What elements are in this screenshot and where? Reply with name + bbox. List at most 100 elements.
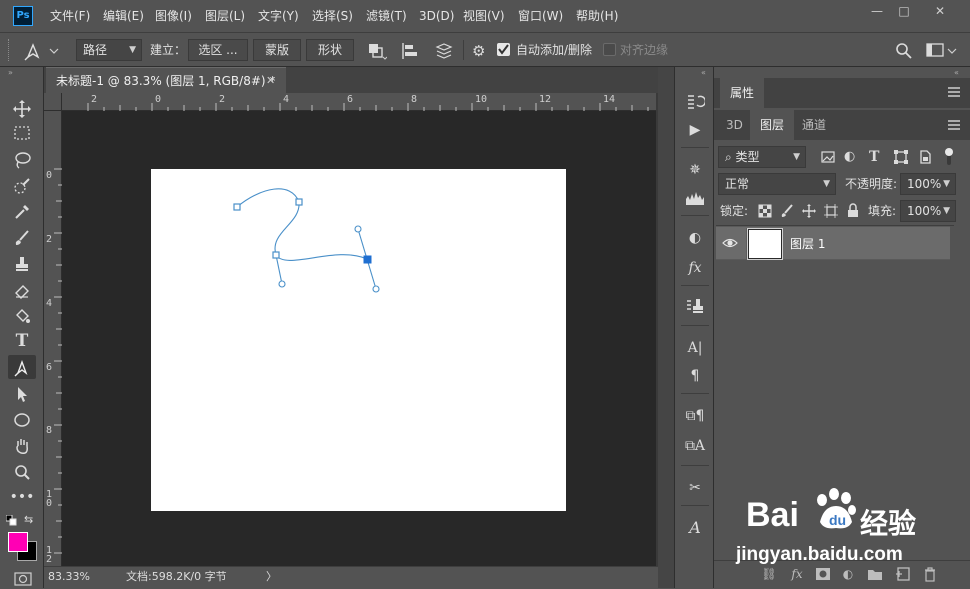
selected-anchor-point[interactable] xyxy=(363,255,372,264)
character-styles-icon[interactable]: ⧉A xyxy=(683,435,707,457)
navigator-icon[interactable]: ✵ xyxy=(683,159,707,181)
close-document-icon[interactable]: ✕ xyxy=(266,68,275,94)
menu-filter[interactable]: 滤镜(T) xyxy=(366,0,407,32)
close-button[interactable]: ✕ xyxy=(923,0,957,22)
default-colors-icon[interactable] xyxy=(5,514,18,527)
histogram-icon[interactable] xyxy=(683,187,707,209)
eye-icon[interactable] xyxy=(722,235,738,251)
menu-view[interactable]: 视图(V) xyxy=(463,0,505,32)
fill-input[interactable]: 100% ▼ xyxy=(900,200,956,222)
horizontal-ruler[interactable]: 2 0 2 4 6 8 10 12 14 xyxy=(62,93,658,111)
grip-handle[interactable] xyxy=(8,39,12,61)
swap-colors-icon[interactable]: ⇆ xyxy=(24,514,38,526)
make-mask-button[interactable]: 蒙版 xyxy=(253,39,301,61)
panel-menu-icon[interactable] xyxy=(947,86,961,98)
filter-toggle[interactable] xyxy=(944,147,954,167)
collapse-toolbox-icon[interactable]: » xyxy=(8,69,36,77)
eraser-tool-icon[interactable] xyxy=(8,277,36,301)
clone-source-icon[interactable] xyxy=(683,295,707,317)
ellipse-tool-icon[interactable] xyxy=(8,407,36,431)
type-tool-icon[interactable]: T xyxy=(8,329,36,353)
panel-menu-icon[interactable] xyxy=(947,119,961,131)
actions-play-icon[interactable]: ▶ xyxy=(683,119,707,141)
menu-type[interactable]: 文字(Y) xyxy=(258,0,299,32)
quick-selection-tool-icon[interactable] xyxy=(8,173,36,197)
filter-shape-icon[interactable] xyxy=(893,149,909,165)
glyphs-icon[interactable]: A xyxy=(683,517,707,539)
menu-window[interactable]: 窗口(W) xyxy=(518,0,563,32)
workspace-switcher-icon[interactable] xyxy=(926,42,958,60)
path-operations-icon[interactable] xyxy=(367,42,388,60)
lock-position-icon[interactable] xyxy=(802,204,816,218)
move-tool-icon[interactable] xyxy=(8,96,36,120)
layer-row[interactable]: 图层 1 xyxy=(716,226,950,260)
layer-filter-select[interactable]: ⌕ 类型 ▼ xyxy=(718,146,806,168)
pen-tool-icon[interactable] xyxy=(8,355,36,379)
align-edges-checkbox[interactable] xyxy=(603,43,616,56)
adjustments-icon[interactable]: ◐ xyxy=(683,227,707,249)
lock-transparent-icon[interactable] xyxy=(758,204,772,218)
work-path[interactable] xyxy=(151,169,566,511)
path-anchor-point[interactable] xyxy=(233,203,241,211)
zoom-level[interactable]: 83.33% xyxy=(48,567,90,587)
hand-tool-icon[interactable] xyxy=(8,433,36,457)
tab-channels[interactable]: 通道 xyxy=(792,110,836,140)
paragraph-styles-icon[interactable]: ⧉¶ xyxy=(683,405,707,427)
blend-mode-select[interactable]: 正常 ▼ xyxy=(718,173,836,195)
tab-layers[interactable]: 图层 xyxy=(750,110,795,140)
filter-adjustment-icon[interactable]: ◐ xyxy=(844,149,860,165)
lock-artboard-icon[interactable] xyxy=(824,204,838,218)
menu-layer[interactable]: 图层(L) xyxy=(205,0,245,32)
zoom-tool-icon[interactable] xyxy=(8,459,36,483)
layer-name[interactable]: 图层 1 xyxy=(790,227,825,261)
eyedropper-tool-icon[interactable] xyxy=(8,199,36,223)
lock-paint-icon[interactable] xyxy=(780,204,794,218)
history-icon[interactable] xyxy=(683,91,707,113)
menu-file[interactable]: 文件(F) xyxy=(50,0,90,32)
path-mode-select[interactable]: 路径 ▼ xyxy=(76,39,142,61)
path-anchor-point[interactable] xyxy=(272,251,280,259)
path-alignment-icon[interactable] xyxy=(400,42,422,60)
menu-3d[interactable]: 3D(D) xyxy=(419,0,454,32)
direction-handle[interactable] xyxy=(372,285,380,293)
restore-button[interactable]: □ xyxy=(887,0,921,22)
filter-type-icon[interactable]: T xyxy=(869,149,885,165)
foreground-color-swatch[interactable] xyxy=(8,532,28,552)
chevron-right-icon[interactable]: 〉 xyxy=(266,567,277,587)
lock-all-icon[interactable] xyxy=(846,203,860,218)
menu-image[interactable]: 图像(I) xyxy=(155,0,192,32)
quick-mask-icon[interactable] xyxy=(14,572,32,586)
collapse-right-icon[interactable]: « xyxy=(954,69,966,77)
path-selection-tool-icon[interactable] xyxy=(8,381,36,405)
auto-add-delete-checkbox[interactable] xyxy=(497,43,510,56)
document-canvas[interactable] xyxy=(151,169,566,511)
search-icon[interactable] xyxy=(894,41,914,61)
menu-help[interactable]: 帮助(H) xyxy=(576,0,618,32)
styles-fx-icon[interactable]: fx xyxy=(683,257,707,279)
brush-tool-icon[interactable] xyxy=(8,225,36,249)
document-tab[interactable]: 未标题-1 @ 83.3% (图层 1, RGB/8#) * ✕ xyxy=(46,67,286,93)
menu-select[interactable]: 选择(S) xyxy=(312,0,353,32)
marquee-tool-icon[interactable] xyxy=(8,121,36,145)
ruler-origin[interactable] xyxy=(44,93,62,111)
direction-handle[interactable] xyxy=(354,225,362,233)
photoshop-logo-icon[interactable]: Ps xyxy=(13,6,33,26)
clone-stamp-tool-icon[interactable] xyxy=(8,251,36,275)
make-selection-button[interactable]: 选区 ... xyxy=(188,39,248,61)
filter-pixel-icon[interactable] xyxy=(820,149,836,165)
opacity-input[interactable]: 100% ▼ xyxy=(900,173,956,195)
paint-bucket-tool-icon[interactable] xyxy=(8,303,36,327)
direction-handle[interactable] xyxy=(278,280,286,288)
layer-thumbnail[interactable] xyxy=(747,228,783,260)
tab-3d[interactable]: 3D xyxy=(716,110,753,140)
vertical-ruler[interactable]: 0 2 4 6 8 10 12 xyxy=(44,111,62,566)
path-arrangement-icon[interactable] xyxy=(433,41,455,61)
paragraph-icon[interactable]: ¶ xyxy=(683,365,707,387)
tool-preset-picker[interactable] xyxy=(24,41,64,61)
collapse-panels-icon[interactable]: « xyxy=(701,69,711,77)
tool-presets-icon[interactable]: ✂ xyxy=(683,477,707,499)
tab-properties[interactable]: 属性 xyxy=(720,78,765,108)
make-shape-button[interactable]: 形状 xyxy=(306,39,354,61)
path-anchor-point[interactable] xyxy=(295,198,303,206)
gear-icon[interactable]: ⚙ xyxy=(472,41,494,61)
